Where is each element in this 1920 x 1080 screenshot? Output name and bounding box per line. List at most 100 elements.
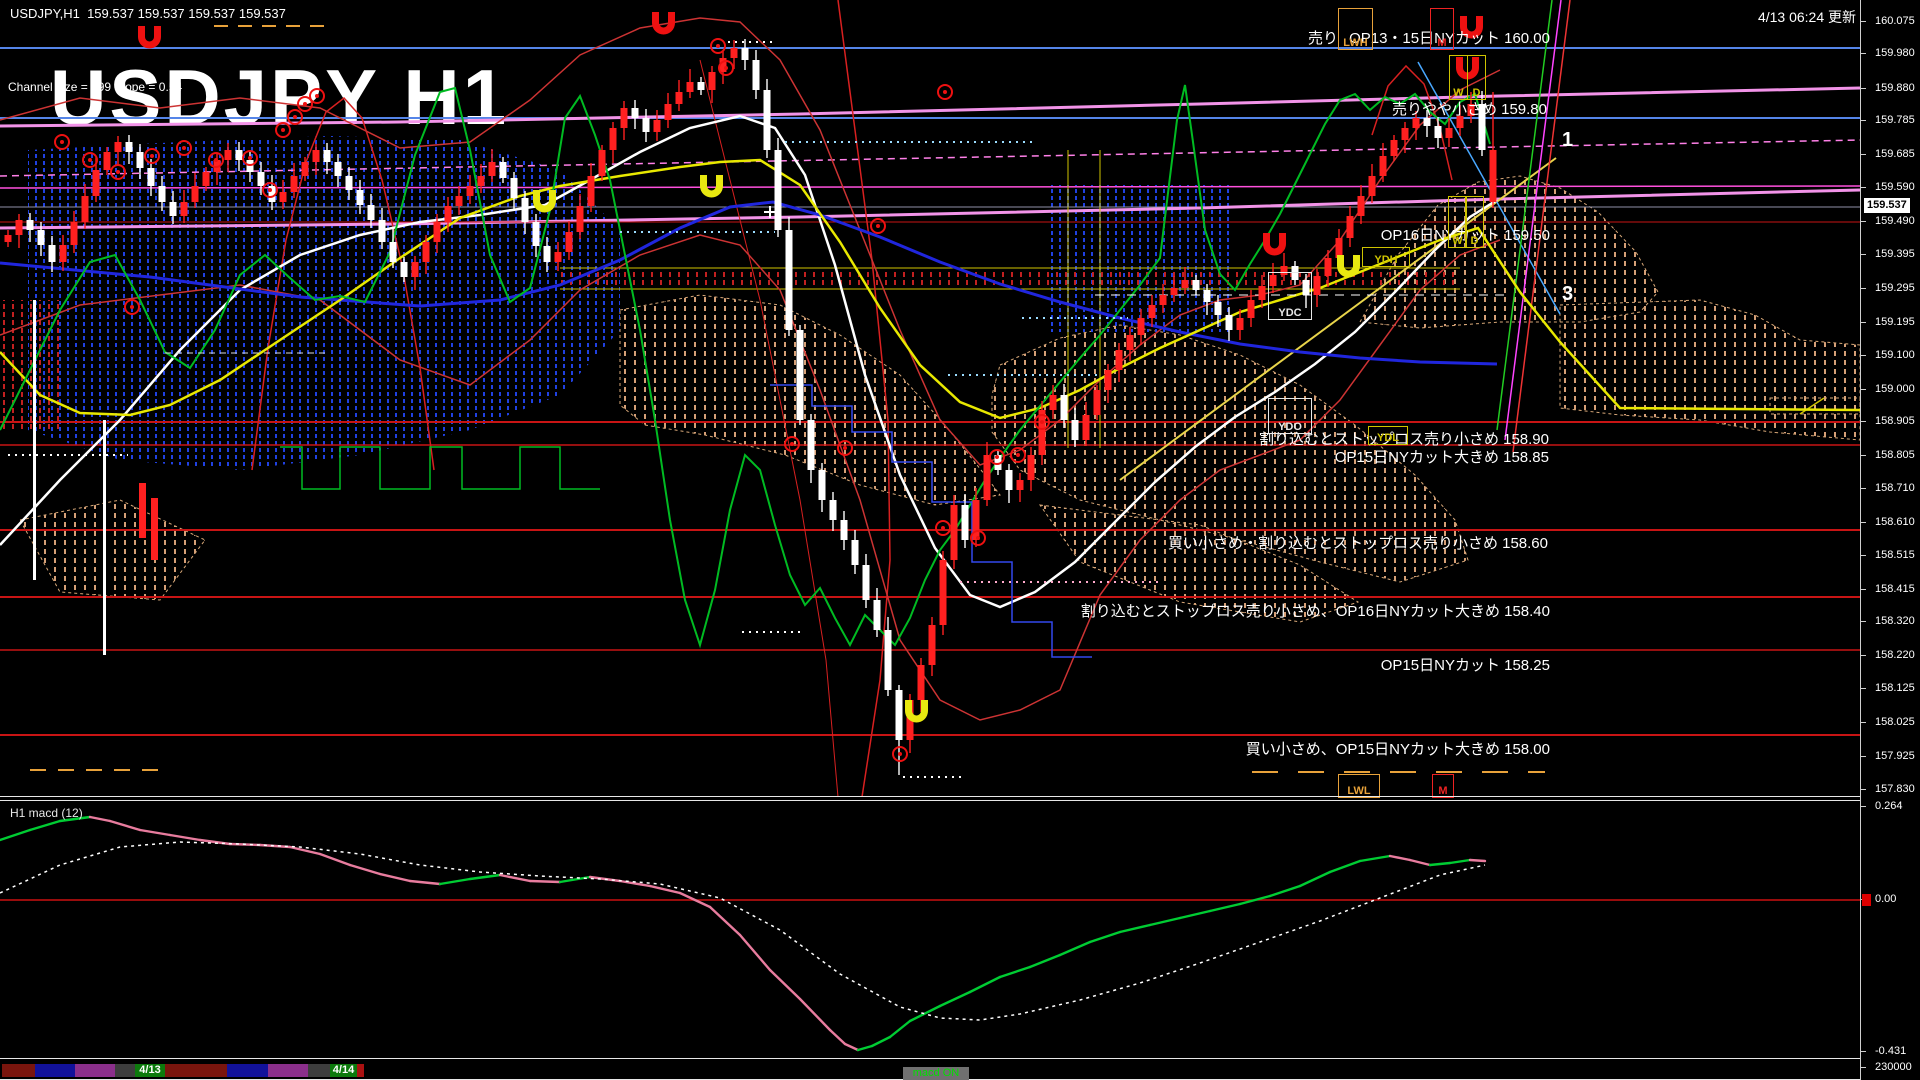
macd-lines [0,815,1860,1052]
axis-label: 159.590 [1875,181,1915,193]
session-segment [2,1064,35,1077]
channel-info-label: Channel size = 299 Slope = 0.54 [8,80,183,94]
level-box-w: W [1449,55,1468,100]
axis-label: 159.195 [1875,316,1915,328]
axis-tick [1861,1067,1866,1068]
axis-tick [1861,555,1866,556]
axis-tick [1861,421,1866,422]
axis-label: 230000 [1875,1061,1912,1073]
timeline-splitter [0,1058,1860,1059]
symbol-quote-line: USDJPY,H1 159.537 159.537 159.537 159.53… [10,6,286,21]
axis-tick [1861,221,1866,222]
axis-label: 158.025 [1875,716,1915,728]
level-box-ydh: YDH [1362,247,1410,267]
axis-label: 0.00 [1875,893,1897,905]
axis-label: 158.125 [1875,682,1915,694]
update-timestamp: 4/13 06:24 更新 [1757,9,1856,25]
axis-label: 158.220 [1875,649,1915,661]
level-box-d: D [1467,55,1486,100]
macd-indicator-label: H1 macd (12) [10,806,83,820]
svg-text:1: 1 [1562,129,1573,151]
level-annotation: OP15日NYカット大きめ 158.85 [1334,449,1549,466]
session-segment [268,1064,308,1077]
axis-label: -0.431 [1875,1045,1907,1057]
panel-splitter[interactable] [0,796,1860,797]
level-annotation: 割り込むとストップロス売り小さめ、OP16日NYカット大きめ 158.40 [1080,603,1550,620]
axis-tick [1861,322,1866,323]
axis-label: 158.320 [1875,615,1915,627]
axis-tick [1861,806,1866,807]
axis-tick [1861,1051,1866,1052]
session-date-label: 4/14 [332,1064,355,1076]
axis-label: 159.880 [1875,82,1915,94]
axis-label: 158.415 [1875,583,1915,595]
macd-zero-tag [1862,894,1871,906]
level-annotation: 買い小さめ・割り込むとストップロス売り小さめ 158.60 [1167,535,1548,552]
axis-tick [1861,88,1866,89]
level-annotation: 売りやや小さめ 159.80 [1391,101,1547,118]
axis-tick [1861,120,1866,121]
axis-label: 158.805 [1875,449,1915,461]
level-box-ydl: YDL [1368,426,1408,445]
price-axis[interactable]: 160.075 159.980 159.880 159.785 159.685 159.5… [1860,0,1920,1080]
level-box-m: M [1430,8,1454,50]
axis-label: 159.295 [1875,282,1915,294]
axis-label: 160.075 [1875,15,1915,27]
axis-tick [1861,389,1866,390]
level-box-lwl: LWL [1338,774,1380,798]
axis-tick [1861,53,1866,54]
session-segment [165,1064,227,1077]
session-segment [308,1064,330,1077]
axis-tick [1861,621,1866,622]
level-box-lwh: LWH [1338,8,1373,50]
level-box-ydc: YDC [1268,272,1312,320]
session-segment: 4/13 [135,1064,165,1077]
current-price-tag: 159.537 [1864,198,1910,213]
mt4-chart-window: USDJPY H1 13 USDJPY,H1 159.537 159.537 1… [0,0,1920,1080]
main-chart-canvas[interactable]: 13 [0,0,1860,797]
axis-tick [1861,522,1866,523]
axis-label: 159.395 [1875,248,1915,260]
session-segment [227,1064,268,1077]
level-annotation: 買い小さめ、OP15日NYカット大きめ 158.00 [1245,741,1550,758]
axis-tick [1861,355,1866,356]
level-annotation: OP15日NYカット 158.25 [1380,657,1550,674]
axis-tick [1861,722,1866,723]
session-segment [115,1064,135,1077]
axis-tick [1861,288,1866,289]
axis-label: 159.000 [1875,383,1915,395]
axis-label: 158.710 [1875,482,1915,494]
axis-tick [1861,455,1866,456]
axis-tick [1861,756,1866,757]
svg-text:3: 3 [1562,283,1573,305]
level-box-m: M [1432,774,1454,798]
axis-label: 159.685 [1875,148,1915,160]
axis-tick [1861,655,1866,656]
session-segment [357,1064,364,1077]
axis-label: 159.980 [1875,47,1915,59]
axis-tick [1861,187,1866,188]
axis-label: 158.610 [1875,516,1915,528]
indicator-clouds [0,136,1860,623]
panel-splitter-line2 [0,800,1860,801]
axis-tick [1861,488,1866,489]
level-annotation: 売り [1307,30,1338,47]
axis-label: 0.264 [1875,800,1903,812]
axis-label: 159.490 [1875,215,1915,227]
axis-label: 158.515 [1875,549,1915,561]
session-segment [35,1064,75,1077]
axis-tick [1861,21,1866,22]
axis-label: 159.785 [1875,114,1915,126]
macd-toggle-button[interactable]: macd ON [903,1067,969,1080]
axis-tick [1861,254,1866,255]
axis-label: 157.830 [1875,783,1915,795]
axis-tick [1861,589,1866,590]
level-box-ydo: YDO [1268,398,1312,434]
axis-label: 157.925 [1875,750,1915,762]
session-segment: 4/14 [330,1064,357,1077]
level-box-d: D [1465,196,1484,248]
macd-panel-canvas[interactable] [0,801,1860,1059]
axis-tick [1861,789,1866,790]
axis-label: 159.100 [1875,349,1915,361]
axis-label: 158.905 [1875,415,1915,427]
